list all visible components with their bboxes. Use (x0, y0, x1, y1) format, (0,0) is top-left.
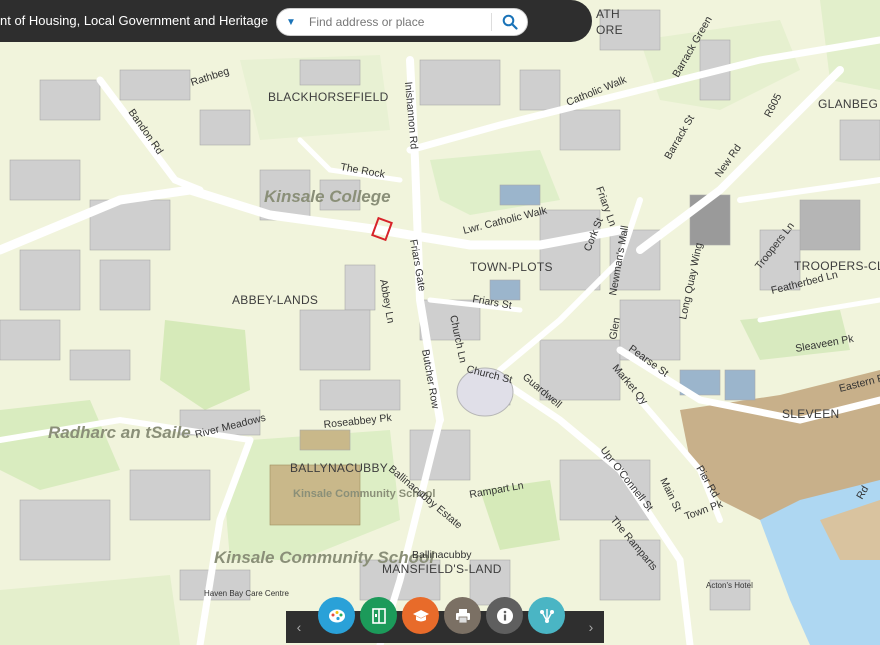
caret-down-icon: ▼ (286, 16, 296, 28)
legend-button[interactable] (402, 597, 439, 634)
map-label-area: TOWN-PLOTS (470, 260, 553, 274)
map-label-area: ABBEY-LANDS (232, 293, 318, 307)
search-source-dropdown[interactable]: ▼ (277, 9, 305, 35)
map-label-area: TROOPERS-CL (794, 259, 880, 273)
palette-icon (328, 609, 345, 622)
search-divider (491, 13, 492, 31)
search-box: ▼ (276, 8, 528, 36)
layers-icon (371, 607, 386, 624)
header-bar: nt of Housing, Local Government and Heri… (0, 0, 592, 42)
map-label-large: Kinsale College (264, 187, 391, 206)
layer-list-button[interactable] (360, 597, 397, 634)
map-canvas[interactable]: Kinsale College Radharc an tSaile Kinsal… (0, 0, 880, 645)
app-title: nt of Housing, Local Government and Heri… (0, 13, 269, 28)
map-label-area: ATH (596, 7, 620, 21)
map-label-area: BALLYNACUBBY (290, 461, 388, 475)
chevron-left-icon: ‹ (296, 619, 302, 635)
street-label: Acton's Hotel (706, 581, 753, 590)
toolbar-prev-button[interactable]: ‹ (286, 611, 312, 643)
search-icon (502, 14, 518, 30)
street-label: Ballinacubby (412, 549, 472, 561)
search-input[interactable] (309, 12, 489, 32)
share-icon (539, 608, 554, 623)
printer-icon (455, 608, 470, 623)
basemap-gallery-button[interactable] (318, 597, 355, 634)
map-label-area: SLEVEEN (782, 407, 839, 421)
map-label-area: MANSFIELD'S-LAND (382, 562, 502, 576)
about-button[interactable] (486, 597, 523, 634)
map-label-area: BLACKHORSEFIELD (268, 90, 389, 104)
share-button[interactable] (528, 597, 565, 634)
toolbar-next-button[interactable]: › (578, 611, 604, 643)
street-label: Haven Bay Care Centre (204, 589, 289, 598)
info-icon (496, 607, 513, 624)
map-label-area: GLANBEG (818, 97, 878, 111)
print-button[interactable] (444, 597, 481, 634)
chevron-right-icon: › (588, 619, 594, 635)
graduation-cap-icon (412, 609, 429, 621)
map-label-area: ORE (596, 23, 623, 37)
widget-toolbar: ‹ › (286, 597, 604, 643)
search-button[interactable] (497, 11, 523, 33)
map-label-large: Radharc an tSaile (48, 423, 191, 442)
